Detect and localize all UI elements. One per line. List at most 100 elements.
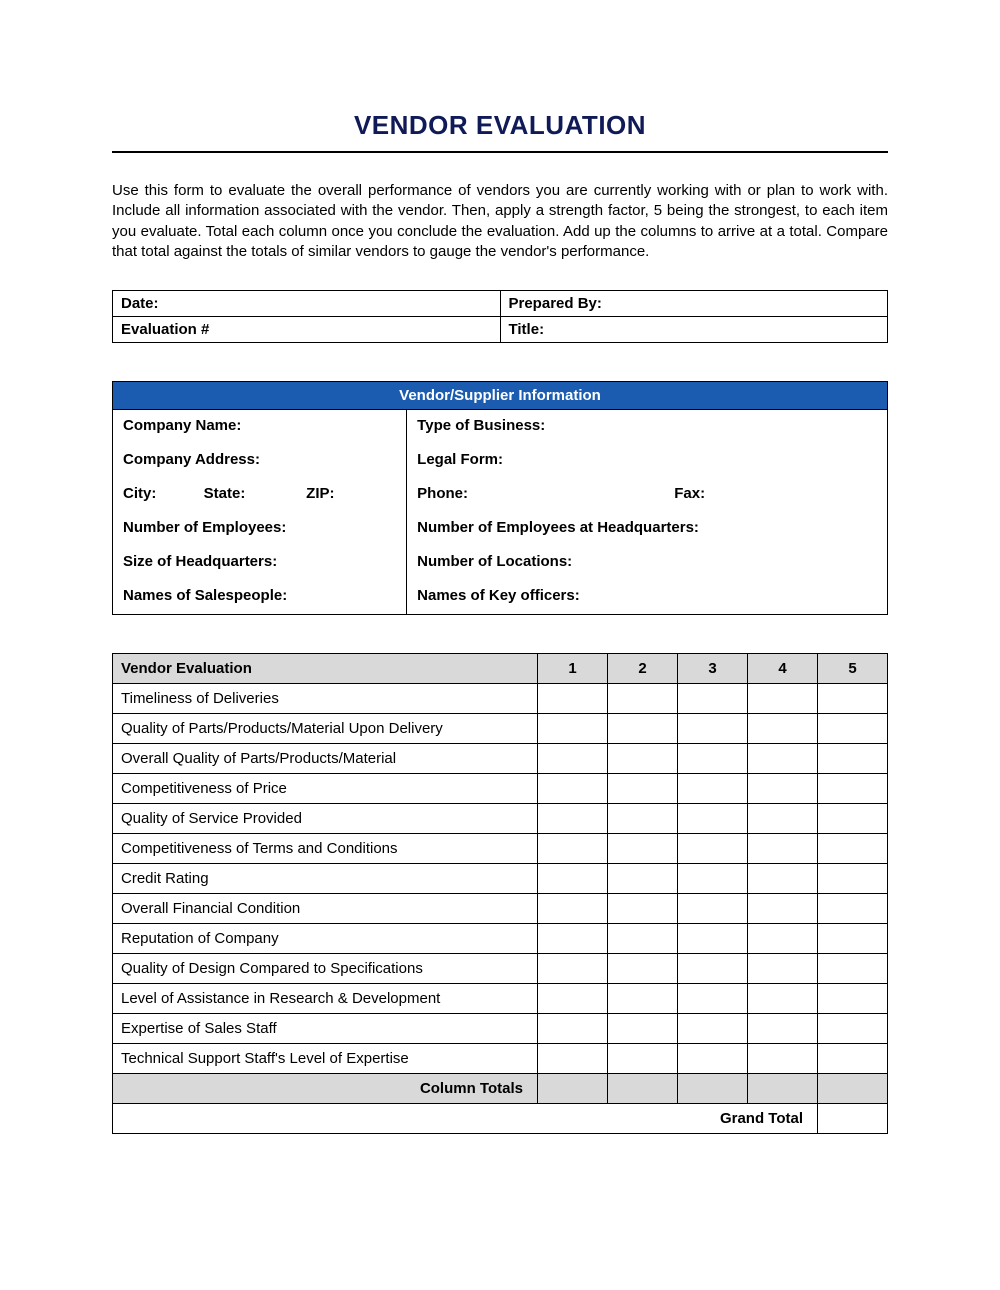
phone-field[interactable]: Phone: [417,485,670,502]
eval-rating-cell[interactable] [538,864,608,894]
eval-rating-cell[interactable] [538,984,608,1014]
eval-rating-cell[interactable] [538,774,608,804]
eval-rating-cell[interactable] [818,894,888,924]
eval-rating-cell[interactable] [818,954,888,984]
eval-rating-cell[interactable] [748,1044,818,1074]
eval-rating-cell[interactable] [608,984,678,1014]
eval-rating-cell[interactable] [608,864,678,894]
company-name-field[interactable]: Company Name: [113,410,407,445]
eval-rating-cell[interactable] [538,924,608,954]
num-employees-hq-field[interactable]: Number of Employees at Headquarters: [407,512,888,546]
eval-rating-cell[interactable] [748,744,818,774]
eval-rating-cell[interactable] [818,744,888,774]
eval-rating-cell[interactable] [818,1014,888,1044]
eval-rating-cell[interactable] [538,1014,608,1044]
column-total-4[interactable] [748,1074,818,1104]
grand-total-label: Grand Total [113,1104,818,1134]
eval-rating-cell[interactable] [538,894,608,924]
eval-rating-cell[interactable] [748,864,818,894]
column-total-1[interactable] [538,1074,608,1104]
state-field[interactable]: State: [204,485,302,502]
eval-row: Credit Rating [113,864,888,894]
title-rule [112,151,888,153]
eval-rating-cell[interactable] [748,984,818,1014]
eval-rating-cell[interactable] [608,774,678,804]
eval-rating-cell[interactable] [608,684,678,714]
eval-rating-cell[interactable] [678,984,748,1014]
eval-rating-cell[interactable] [608,744,678,774]
eval-rating-cell[interactable] [678,714,748,744]
eval-rating-cell[interactable] [538,804,608,834]
company-address-field[interactable]: Company Address: [113,444,407,478]
eval-rating-cell[interactable] [538,744,608,774]
eval-rating-cell[interactable] [748,924,818,954]
eval-rating-cell[interactable] [678,834,748,864]
phone-fax-row[interactable]: Phone: Fax: [407,478,888,512]
eval-rating-cell[interactable] [748,834,818,864]
eval-rating-cell[interactable] [608,804,678,834]
eval-col-3: 3 [678,654,748,684]
eval-rating-cell[interactable] [818,924,888,954]
page-title: VENDOR EVALUATION [112,110,888,141]
eval-rating-cell[interactable] [608,1044,678,1074]
eval-rating-cell[interactable] [608,924,678,954]
eval-rating-cell[interactable] [748,684,818,714]
city-field[interactable]: City: [123,485,199,502]
eval-rating-cell[interactable] [678,774,748,804]
num-locations-field[interactable]: Number of Locations: [407,546,888,580]
eval-rating-cell[interactable] [748,714,818,744]
eval-rating-cell[interactable] [748,894,818,924]
legal-form-field[interactable]: Legal Form: [407,444,888,478]
column-total-2[interactable] [608,1074,678,1104]
eval-rating-cell[interactable] [818,684,888,714]
eval-rating-cell[interactable] [818,834,888,864]
eval-rating-cell[interactable] [678,684,748,714]
eval-rating-cell[interactable] [678,1044,748,1074]
eval-rating-cell[interactable] [818,804,888,834]
evaluation-number-field[interactable]: Evaluation # [113,317,501,343]
eval-rating-cell[interactable] [538,684,608,714]
eval-rating-cell[interactable] [818,984,888,1014]
title-field[interactable]: Title: [500,317,888,343]
eval-rating-cell[interactable] [748,954,818,984]
eval-criterion-label: Technical Support Staff's Level of Exper… [113,1044,538,1074]
eval-rating-cell[interactable] [608,894,678,924]
eval-rating-cell[interactable] [818,714,888,744]
date-field[interactable]: Date: [113,291,501,317]
fax-field[interactable]: Fax: [674,485,705,502]
city-state-zip-row[interactable]: City: State: ZIP: [113,478,407,512]
eval-rating-cell[interactable] [678,744,748,774]
grand-total-value[interactable] [818,1104,888,1134]
eval-rating-cell[interactable] [608,714,678,744]
eval-rating-cell[interactable] [608,954,678,984]
eval-rating-cell[interactable] [608,834,678,864]
eval-criterion-label: Overall Financial Condition [113,894,538,924]
eval-rating-cell[interactable] [678,954,748,984]
eval-rating-cell[interactable] [818,864,888,894]
eval-rating-cell[interactable] [538,714,608,744]
key-officers-field[interactable]: Names of Key officers: [407,580,888,615]
zip-field[interactable]: ZIP: [306,485,334,502]
eval-rating-cell[interactable] [538,834,608,864]
eval-rating-cell[interactable] [538,1044,608,1074]
eval-rating-cell[interactable] [678,924,748,954]
eval-rating-cell[interactable] [818,774,888,804]
column-total-3[interactable] [678,1074,748,1104]
eval-rating-cell[interactable] [748,1014,818,1044]
column-total-5[interactable] [818,1074,888,1104]
type-of-business-field[interactable]: Type of Business: [407,410,888,445]
eval-rating-cell[interactable] [608,1014,678,1044]
eval-rating-cell[interactable] [538,954,608,984]
eval-rating-cell[interactable] [748,804,818,834]
eval-col-4: 4 [748,654,818,684]
eval-rating-cell[interactable] [678,894,748,924]
eval-rating-cell[interactable] [678,804,748,834]
prepared-by-field[interactable]: Prepared By: [500,291,888,317]
eval-rating-cell[interactable] [678,1014,748,1044]
salespeople-field[interactable]: Names of Salespeople: [113,580,407,615]
eval-rating-cell[interactable] [748,774,818,804]
size-hq-field[interactable]: Size of Headquarters: [113,546,407,580]
num-employees-field[interactable]: Number of Employees: [113,512,407,546]
eval-rating-cell[interactable] [818,1044,888,1074]
eval-rating-cell[interactable] [678,864,748,894]
